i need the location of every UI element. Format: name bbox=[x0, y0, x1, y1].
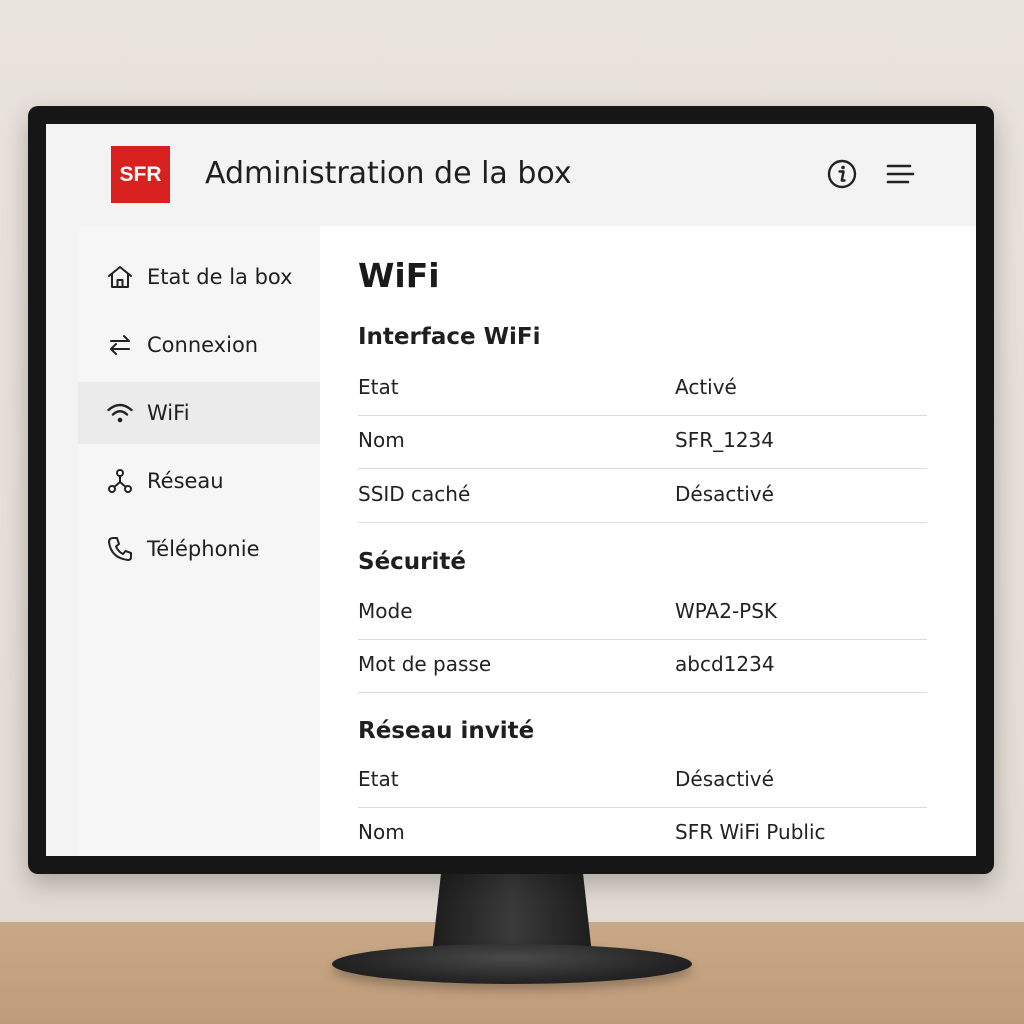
info-icon[interactable] bbox=[826, 158, 858, 190]
settings-row: Nom SFR_1234 bbox=[358, 416, 927, 469]
app-header: SFR Administration de la box bbox=[46, 124, 976, 226]
sidebar-item-reseau[interactable]: Réseau bbox=[78, 450, 320, 512]
row-value: Désactivé bbox=[675, 767, 774, 791]
sidebar-item-label: Connexion bbox=[147, 333, 259, 357]
sidebar-item-telephonie[interactable]: Téléphonie bbox=[78, 518, 320, 580]
sidebar-item-label: WiFi bbox=[147, 401, 190, 425]
row-label: Etat bbox=[358, 767, 399, 791]
row-label: Nom bbox=[358, 428, 405, 452]
sfr-logo[interactable]: SFR bbox=[111, 146, 170, 203]
wifi-icon bbox=[107, 403, 133, 423]
settings-row: Etat Activé bbox=[358, 363, 927, 416]
sidebar-item-label: Etat de la box bbox=[147, 265, 293, 289]
phone-icon bbox=[108, 537, 132, 561]
app-title: Administration de la box bbox=[205, 156, 572, 191]
row-label: SSID caché bbox=[358, 482, 471, 506]
row-label: Mot de passe bbox=[358, 652, 492, 676]
row-value: WPA2-PSK bbox=[675, 599, 778, 623]
row-label: Nom bbox=[358, 820, 405, 844]
network-icon bbox=[108, 469, 132, 493]
settings-row: SSID caché Désactivé bbox=[358, 470, 927, 523]
arrows-icon bbox=[110, 335, 130, 355]
sidebar-item-label: Réseau bbox=[147, 469, 224, 493]
page-title: WiFi bbox=[358, 256, 440, 295]
row-label: Mode bbox=[358, 599, 413, 623]
main-content: WiFi Interface WiFi Etat Activé Nom SFR_… bbox=[320, 226, 976, 856]
row-value: Activé bbox=[675, 375, 737, 399]
sidebar: Etat de la box Connexion WiFi Réseau Tél… bbox=[78, 226, 320, 856]
settings-row: Etat Désactivé bbox=[358, 755, 927, 808]
settings-row: Mode WPA2-PSK bbox=[358, 587, 927, 640]
monitor-stand-neck bbox=[432, 868, 592, 954]
section-title-reseau-invite: Réseau invité bbox=[358, 718, 535, 744]
router-admin-screen: SFR Administration de la box Etat de la … bbox=[46, 124, 976, 856]
sidebar-item-etat-de-la-box[interactable]: Etat de la box bbox=[78, 246, 320, 308]
sidebar-item-wifi[interactable]: WiFi bbox=[78, 382, 320, 444]
row-label: Etat bbox=[358, 375, 399, 399]
row-value: SFR_1234 bbox=[675, 428, 774, 452]
section-title-securite: Sécurité bbox=[358, 549, 466, 575]
settings-row: Mot de passe abcd1234 bbox=[358, 640, 927, 693]
settings-row: Nom SFR WiFi Public bbox=[358, 808, 927, 856]
home-icon bbox=[108, 266, 132, 288]
monitor-stand-base bbox=[332, 944, 692, 984]
row-value: SFR WiFi Public bbox=[675, 820, 826, 844]
sidebar-item-label: Téléphonie bbox=[147, 537, 260, 561]
section-title-interface-wifi: Interface WiFi bbox=[358, 324, 541, 350]
menu-icon[interactable] bbox=[884, 158, 916, 190]
sidebar-item-connexion[interactable]: Connexion bbox=[78, 314, 320, 376]
row-value: abcd1234 bbox=[675, 652, 775, 676]
row-value: Désactivé bbox=[675, 482, 774, 506]
